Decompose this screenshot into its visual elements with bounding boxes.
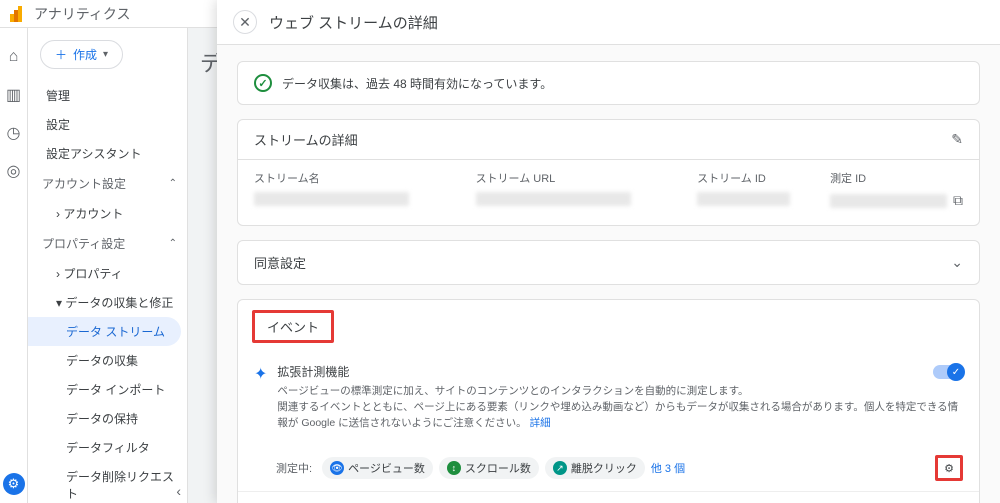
value-measurement-id — [830, 194, 947, 208]
more-chips-link[interactable]: 他 3 個 — [651, 460, 685, 476]
status-banner: ✓ データ収集は、過去 48 時間有効になっています。 — [237, 61, 980, 105]
sidebar-data-import[interactable]: データ インポート — [28, 375, 187, 404]
sidebar-account[interactable]: › アカウント — [28, 199, 187, 228]
sidebar-property-section[interactable]: プロパティ設定⌃ — [28, 228, 187, 259]
events-header: イベント — [252, 310, 334, 343]
copy-icon[interactable]: ⧉ — [953, 192, 963, 209]
reports-icon[interactable]: ▥ — [5, 86, 23, 104]
eye-icon: 👁 — [330, 461, 344, 475]
explore-icon[interactable]: ◷ — [5, 124, 23, 142]
enhanced-toggle[interactable]: ✓ — [933, 365, 963, 379]
ads-icon[interactable]: ◎ — [5, 162, 23, 180]
chevron-down-icon: ⌄ — [951, 254, 963, 271]
app-title: アナリティクス — [34, 4, 130, 24]
measuring-label: 測定中: — [276, 460, 312, 476]
sidebar-account-section[interactable]: アカウント設定⌃ — [28, 168, 187, 199]
sidebar-data-stream[interactable]: データ ストリーム — [28, 317, 181, 346]
label-stream-id: ストリーム ID — [697, 170, 830, 186]
scroll-icon: ↕ — [447, 461, 461, 475]
check-circle-icon: ✓ — [254, 74, 272, 92]
plus-icon: ＋ — [55, 46, 67, 63]
status-text: データ収集は、過去 48 時間有効になっています。 — [282, 75, 552, 92]
sidebar-data-collect-section[interactable]: ▾ データの収集と修正 — [28, 288, 187, 317]
overlay-title: ウェブ ストリームの詳細 — [269, 12, 438, 33]
sidebar-property[interactable]: › プロパティ — [28, 259, 187, 288]
value-stream-url — [476, 192, 631, 206]
analytics-logo — [10, 6, 26, 22]
check-icon: ✓ — [947, 363, 965, 381]
stream-details-header: ストリームの詳細 — [254, 130, 358, 149]
enhanced-desc: ページビューの標準測定に加え、サイトのコンテンツとのインタラクションを自動的に測… — [277, 384, 963, 431]
label-measurement-id: 測定 ID — [830, 170, 963, 186]
label-stream-url: ストリーム URL — [476, 170, 698, 186]
close-icon: ✕ — [239, 14, 251, 31]
admin-gear-icon[interactable]: ⚙ — [3, 473, 25, 495]
home-icon[interactable]: ⌂ — [5, 48, 23, 66]
edit-icon[interactable]: ✎ — [951, 131, 963, 148]
create-button[interactable]: ＋ 作成 ▾ — [40, 40, 123, 69]
enhanced-title: 拡張計測機能 — [277, 363, 963, 380]
chevron-up-icon: ⌃ — [169, 178, 177, 189]
enhanced-details-link[interactable]: 詳細 — [530, 417, 551, 429]
create-label: 作成 — [73, 46, 97, 63]
sidebar-settings[interactable]: 設定 — [28, 110, 187, 139]
value-stream-name — [254, 192, 409, 206]
chevron-up-icon: ⌃ — [169, 238, 177, 249]
chip-scroll: ↕スクロール数 — [439, 457, 539, 479]
chip-pageview: 👁ページビュー数 — [322, 457, 433, 479]
enhanced-settings-button[interactable]: ⚙ — [935, 455, 963, 481]
exit-icon: ↗ — [553, 461, 567, 475]
consent-section[interactable]: 同意設定 ⌄ — [237, 240, 980, 285]
chevron-down-icon: ▾ — [103, 49, 108, 60]
sidebar-assistant[interactable]: 設定アシスタント — [28, 139, 187, 168]
row-modify-events[interactable]: ⎚ イベントの変更 受信イベントとパラメータを変更します。 詳細 › — [238, 491, 979, 503]
chip-outbound: ↗離脱クリック — [545, 457, 645, 479]
label-stream-name: ストリーム名 — [254, 170, 476, 186]
sidebar-admin[interactable]: 管理 — [28, 81, 187, 110]
sidebar-data-collect[interactable]: データの収集 — [28, 346, 187, 375]
sparkle-icon: ✦ — [254, 364, 267, 384]
gear-icon: ⚙ — [944, 462, 954, 475]
close-button[interactable]: ✕ — [233, 10, 257, 34]
sidebar-data-retention[interactable]: データの保持 — [28, 404, 187, 433]
sidebar-data-delete-req[interactable]: データ削除リクエスト — [28, 462, 187, 503]
consent-label: 同意設定 — [254, 253, 306, 272]
value-stream-id — [697, 192, 790, 206]
sidebar-data-filter[interactable]: データフィルタ — [28, 433, 187, 462]
collapse-sidebar-icon[interactable]: ‹ — [176, 483, 181, 499]
